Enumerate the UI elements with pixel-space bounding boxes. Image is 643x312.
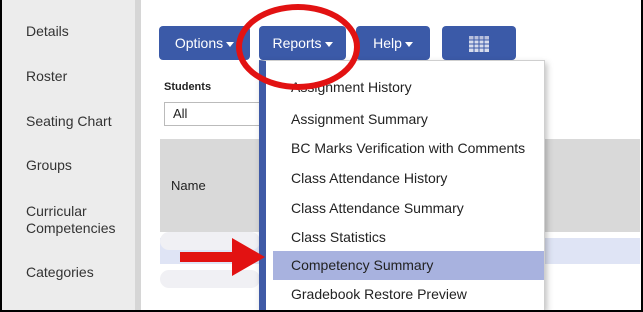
chevron-down-icon [226,41,235,47]
menu-item-assignment-history[interactable]: Assignment History [273,73,544,102]
reports-label: Reports [272,35,322,51]
menu-item-gradebook-restore-preview[interactable]: Gradebook Restore Preview [273,280,544,309]
menu-item-class-attendance-summary[interactable]: Class Attendance Summary [273,194,544,223]
help-button[interactable]: Help [356,26,430,60]
sidebar-item-roster[interactable]: Roster [26,68,67,85]
table-row-redacted [160,270,260,288]
help-label: Help [373,35,402,51]
sidebar-item-details[interactable]: Details [26,23,69,40]
options-label: Options [174,35,224,51]
reports-dropdown-menu: Assignment History Assignment Summary BC… [259,60,545,310]
sidebar-item-groups[interactable]: Groups [26,157,72,174]
chevron-down-icon [324,41,333,47]
chevron-down-icon [404,41,413,47]
options-button[interactable]: Options [159,26,250,60]
grid-view-icon [469,36,489,53]
table-row-redacted [160,232,260,250]
menu-item-bc-marks-verification[interactable]: BC Marks Verification with Comments [273,134,544,163]
name-column-header[interactable]: Name [171,178,206,193]
menu-item-competency-summary[interactable]: Competency Summary [273,251,544,280]
sidebar-item-curricular-competencies[interactable]: Curricular Competencies [26,203,126,237]
reports-button[interactable]: Reports [259,26,346,60]
sidebar-item-categories[interactable]: Categories [26,264,94,281]
menu-item-class-statistics[interactable]: Class Statistics [273,223,544,252]
grid-view-button[interactable] [442,26,516,60]
students-filter-label: Students [164,81,212,93]
sidebar: Details Roster Seating Chart Groups Curr… [2,0,135,310]
menu-item-class-attendance-history[interactable]: Class Attendance History [273,164,544,193]
sidebar-item-seating-chart[interactable]: Seating Chart [26,113,112,130]
menu-item-assignment-summary[interactable]: Assignment Summary [273,105,544,134]
students-filter-select[interactable]: All [164,102,274,126]
